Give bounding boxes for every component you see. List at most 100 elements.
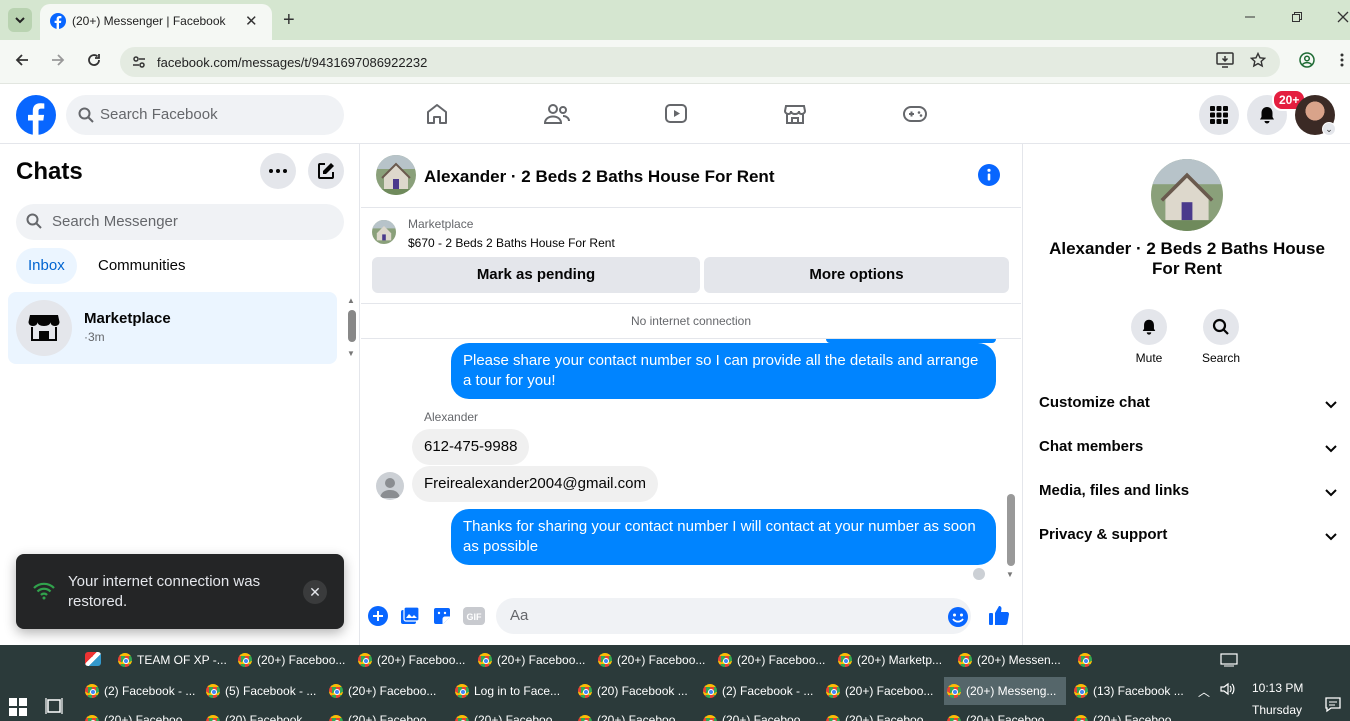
taskbar-item[interactable]: (20+) Faceboo... (595, 646, 707, 674)
gif-icon[interactable]: GIF (463, 606, 485, 629)
taskbar-item[interactable]: (20+) Faceboo... (823, 677, 938, 705)
scroll-down-arrow[interactable]: ▼ (1006, 570, 1014, 579)
close-icon[interactable]: ✕ (245, 12, 258, 30)
taskbar-item[interactable]: (20+) Faceboo... (944, 708, 1059, 721)
conversation-title[interactable]: Alexander · 2 Beds 2 Baths House For Ren… (424, 167, 774, 187)
taskbar-item[interactable]: (20+) Faceboo... (235, 646, 347, 674)
taskbar-item[interactable]: Log in to Face... (452, 677, 567, 705)
bell-icon (1131, 309, 1167, 345)
windows-start-icon[interactable] (9, 698, 27, 719)
reload-icon[interactable] (86, 52, 102, 71)
house-avatar[interactable] (376, 155, 416, 195)
close-window-icon[interactable] (1337, 10, 1349, 26)
taskbar-item[interactable]: (20+) Messen... (955, 646, 1067, 674)
thumbs-up-icon[interactable] (988, 604, 1010, 629)
show-hidden-icons-icon[interactable]: ︿ (1198, 683, 1210, 700)
facebook-search-input[interactable]: Search Facebook (66, 95, 344, 135)
taskbar-item[interactable]: (20) Facebook ... (203, 708, 318, 721)
keyboard-icon[interactable] (1220, 653, 1238, 670)
facebook-logo-icon[interactable] (16, 95, 56, 138)
scrollbar-thumb[interactable] (1007, 494, 1015, 566)
back-icon[interactable] (14, 52, 30, 71)
taskbar-item[interactable]: (13) Facebook ... (1071, 677, 1186, 705)
site-info-icon[interactable] (131, 54, 147, 73)
taskbar-item[interactable]: (2) Facebook - ... (700, 677, 815, 705)
plus-icon[interactable] (368, 606, 388, 629)
taskbar-item[interactable]: (20+) Marketp... (835, 646, 947, 674)
notification-center-icon[interactable] (1325, 697, 1341, 716)
home-icon[interactable] (425, 102, 449, 129)
listing-title[interactable]: $670 - 2 Beds 2 Baths House For Rent (408, 236, 615, 250)
customize-chat-section[interactable]: Customize chat (1039, 382, 1337, 426)
install-icon[interactable] (1216, 52, 1234, 71)
friends-icon[interactable] (543, 102, 570, 129)
listing-thumbnail[interactable] (372, 220, 396, 244)
taskbar-item[interactable]: (20+) Faceboo... (475, 646, 587, 674)
taskbar-item[interactable]: (20+) Faceboo... (715, 646, 827, 674)
conversation-item-marketplace[interactable]: Marketplace ·3m (8, 292, 337, 364)
taskbar-item-active[interactable]: (20+) Messeng... (944, 677, 1066, 705)
incoming-message[interactable]: 612-475-9988 (412, 429, 530, 465)
emoji-icon[interactable] (947, 606, 969, 631)
browser-tab[interactable]: (20+) Messenger | Facebook ✕ (40, 4, 272, 40)
taskbar-item[interactable]: (5) Facebook - ... (203, 677, 318, 705)
taskbar-item[interactable]: (20+) Faceboo... (355, 646, 467, 674)
privacy-support-section[interactable]: Privacy & support (1039, 514, 1337, 558)
message-input[interactable]: Aa (496, 598, 971, 634)
taskbar-item[interactable]: (20+) Faceboo... (823, 708, 938, 721)
search-in-conversation-button[interactable]: Search (1191, 309, 1251, 365)
taskbar-item[interactable]: (2) Facebook - ... (82, 677, 197, 705)
sticker-icon[interactable] (432, 606, 452, 629)
new-message-icon[interactable] (308, 153, 344, 189)
taskbar-item[interactable]: (20+) Faceboo... (575, 708, 690, 721)
scrollbar-thumb[interactable] (348, 310, 356, 342)
taskbar-item[interactable] (1075, 646, 1187, 674)
profile-icon[interactable] (1299, 52, 1315, 71)
minimize-icon[interactable] (1244, 10, 1256, 26)
maximize-icon[interactable] (1291, 10, 1303, 26)
taskbar-item[interactable]: TEAM OF XP -... (115, 646, 227, 674)
taskbar-item[interactable]: (20+) Faceboo... (326, 708, 441, 721)
star-icon[interactable] (1249, 51, 1267, 71)
more-options-icon[interactable] (260, 153, 296, 189)
chat-members-section[interactable]: Chat members (1039, 426, 1337, 470)
video-icon[interactable] (664, 102, 688, 129)
volume-icon[interactable] (1220, 682, 1236, 699)
mute-button[interactable]: Mute (1119, 309, 1179, 365)
new-tab-icon[interactable]: + (283, 10, 295, 30)
taskbar-item[interactable]: (20+) Faceboo... (1071, 708, 1186, 721)
conversation-avatar[interactable] (1151, 159, 1223, 231)
tab-inbox[interactable]: Inbox (16, 248, 77, 284)
mark-as-pending-button[interactable]: Mark as pending (372, 257, 700, 293)
search-messenger-input[interactable]: Search Messenger (16, 204, 344, 240)
system-clock[interactable]: 10:13 PM Thursday (1252, 677, 1303, 721)
more-options-button[interactable]: More options (704, 257, 1009, 293)
tab-search-icon[interactable] (8, 8, 32, 32)
tab-communities[interactable]: Communities (86, 248, 198, 284)
taskbar-item[interactable]: (20+) Faceboo... (452, 708, 567, 721)
outgoing-message[interactable]: Please share your contact number so I ca… (451, 343, 996, 399)
photo-icon[interactable] (400, 606, 420, 629)
address-bar[interactable]: facebook.com/messages/t/9431697086922232 (120, 47, 1280, 77)
scroll-up-arrow[interactable]: ▲ (347, 296, 355, 305)
close-icon[interactable]: ✕ (303, 580, 327, 604)
taskbar-item[interactable]: (20) Facebook ... (575, 677, 690, 705)
sender-avatar[interactable] (376, 472, 404, 500)
media-files-links-section[interactable]: Media, files and links (1039, 470, 1337, 514)
taskbar-item[interactable]: (20+) Faceboo... (700, 708, 815, 721)
gaming-icon[interactable] (903, 102, 927, 129)
menu-grid-icon[interactable] (1199, 95, 1239, 135)
conversation-time: ·3m (84, 330, 105, 344)
marketplace-icon[interactable] (783, 102, 807, 129)
taskbar-item[interactable]: (20+) Faceboo... (82, 708, 197, 721)
menu-icon[interactable] (1339, 52, 1345, 71)
app-icon[interactable] (85, 652, 101, 666)
outgoing-message[interactable]: Thanks for sharing your contact number I… (451, 509, 996, 565)
task-view-icon[interactable] (45, 697, 63, 718)
scroll-down-arrow[interactable]: ▼ (347, 349, 355, 358)
taskbar-item[interactable]: (20+) Faceboo... (326, 677, 441, 705)
forward-icon[interactable] (50, 52, 66, 71)
info-icon[interactable] (978, 164, 1000, 189)
chevron-down-icon[interactable]: ⌄ (1322, 122, 1336, 136)
incoming-message[interactable]: Freirealexander2004@gmail.com (412, 466, 658, 502)
